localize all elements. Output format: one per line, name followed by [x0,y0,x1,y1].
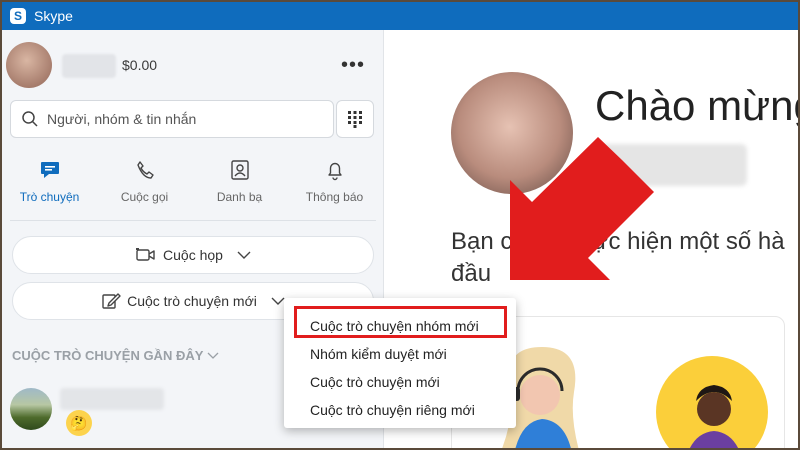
contacts-icon [228,158,252,182]
more-options-button[interactable]: ••• [338,50,368,80]
intro-line-2: đầu [451,260,492,287]
tab-calls-label: Cuộc gọi [120,190,169,204]
tab-calls[interactable]: Cuộc gọi [97,158,192,214]
divider [10,220,376,221]
menu-item-new-private-chat[interactable]: Cuộc trò chuyện riêng mới [284,396,516,424]
tab-chats-label: Trò chuyện [19,190,80,204]
dialpad-button[interactable] [336,100,374,138]
user-name-blurred [62,54,116,78]
recent-chats-heading[interactable]: CUỘC TRÒ CHUYỆN GẦN ĐÂY [12,348,219,363]
skype-logo-icon: S [10,8,26,24]
window-title: Skype [34,8,73,24]
new-chat-label: Cuộc trò chuyện mới [127,293,257,309]
contact-avatar [10,388,52,430]
welcome-avatar [451,72,573,194]
skype-window: S Skype $0.00 ••• Người, nhóm & tin nhắn [2,2,798,448]
phone-icon [133,158,157,182]
title-bar: S Skype [2,2,798,30]
credit-balance[interactable]: $0.00 [122,57,157,73]
user-avatar[interactable] [6,42,52,88]
contact-name-blurred [60,388,164,410]
tab-chats[interactable]: Trò chuyện [2,158,97,214]
dialpad-icon [348,111,362,128]
welcome-title: Chào mừng [595,82,798,129]
compose-icon [101,292,121,310]
chevron-down-icon [237,250,251,260]
annotation-highlight-box [294,306,507,338]
tab-contacts[interactable]: Danh bạ [192,158,287,214]
nav-tabs: Trò chuyện Cuộc gọi Danh bạ Thông báo [2,158,384,214]
meeting-label: Cuộc họp [163,247,223,263]
search-box[interactable]: Người, nhóm & tin nhắn [10,100,334,138]
tab-contacts-label: Danh bạ [216,190,263,204]
chevron-down-icon [271,296,285,306]
search-icon [21,110,39,128]
tab-notifications-label: Thông báo [305,190,364,204]
profile-header: $0.00 ••• [6,42,376,88]
intro-line-1: Bạn có thể thực hiện một số hà [451,228,785,255]
tab-notifications[interactable]: Thông báo [287,158,382,214]
video-meeting-icon [135,246,157,264]
chevron-down-icon [207,352,219,360]
menu-item-new-chat[interactable]: Cuộc trò chuyện mới [284,368,516,396]
thinking-emoji-icon: 🤔 [66,410,92,436]
recent-chats-label: CUỘC TRÒ CHUYỆN GẦN ĐÂY [12,348,204,363]
bell-icon [323,158,347,182]
search-input[interactable]: Người, nhóm & tin nhắn [47,111,196,127]
meeting-button[interactable]: Cuộc họp [12,236,374,274]
menu-item-new-moderated-group[interactable]: Nhóm kiểm duyệt mới [284,340,516,368]
chat-icon [38,158,62,182]
welcome-name-blurred [595,144,747,186]
intro-text: Bạn có thể thực hiện một số hà đầu [451,226,798,290]
